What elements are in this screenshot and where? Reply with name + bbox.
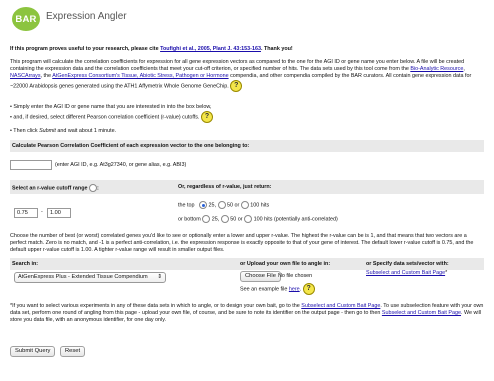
- citation-link[interactable]: Toufighi et al., 2005, Plant J. 43:153-1…: [160, 46, 261, 52]
- example-prefix: See an example file: [240, 286, 289, 293]
- select-arrows-icon: ⇕: [157, 274, 162, 280]
- bottom-hits-row: or bottom 25, 50 or 100 hits (potentiall…: [178, 215, 338, 223]
- upload-label: or Upload your own file to angle in:: [240, 261, 331, 267]
- dataset-select[interactable]: AtGenExpress Plus - Extended Tissue Comp…: [14, 272, 166, 283]
- bottom-50-radio[interactable]: [220, 215, 229, 223]
- opt-25-label: 25,: [211, 216, 220, 223]
- bar-link[interactable]: Bio-Analytic Resource: [410, 66, 463, 72]
- citation-suffix: . Thank you!: [260, 46, 293, 52]
- help-icon[interactable]: ?: [230, 80, 243, 92]
- logo-text: BAR: [15, 13, 37, 25]
- instruction-text: • and, if desired, select different Pear…: [10, 114, 200, 121]
- subset-link-row: Subselect and Custom Bait Page*: [366, 270, 447, 277]
- opt-50-label: 50 or: [230, 216, 243, 223]
- instructions: • Simply enter the AGI ID or gene name t…: [10, 104, 484, 135]
- cutoff-label-wrap: Select an r-value cutoff range :: [12, 184, 99, 192]
- citation-prefix: If this program proves useful to your re…: [10, 46, 161, 52]
- submit-button[interactable]: Submit Query: [10, 346, 56, 357]
- top-100-radio[interactable]: [240, 201, 249, 209]
- opt-100-label: 100 hits: [250, 202, 270, 209]
- no-file-label: No file chosen: [278, 273, 313, 279]
- top-25-radio[interactable]: [199, 201, 207, 209]
- opt-25-label: 25,: [208, 202, 217, 209]
- dataset-selected-value: AtGenExpress Plus - Extended Tissue Comp…: [18, 274, 148, 280]
- intro-paragraph: This program will calculate the correlat…: [10, 59, 484, 92]
- cutoff-max-input[interactable]: 1.00: [47, 208, 71, 218]
- specify-label: or Specify data sets/vector with:: [366, 261, 449, 267]
- bottom-25-radio[interactable]: [202, 215, 211, 223]
- footnote-text: *If you want to select various experimen…: [10, 303, 302, 309]
- cutoff-min-input[interactable]: 0.75: [14, 208, 38, 218]
- page-header: BAR Expression Angler: [0, 0, 494, 40]
- footnote-subselect-link-2[interactable]: Subselect and Custom Bait Page: [382, 310, 461, 316]
- bottom-100-radio[interactable]: [244, 215, 253, 223]
- regardless-label: Or, regardless of r-value, just return:: [178, 184, 272, 190]
- anticorr-label: 100 hits (potentially anti-correlated): [253, 216, 338, 223]
- instruction-text: • Then click: [10, 128, 40, 134]
- cutoff-label: Select an r-value cutoff range: [12, 185, 88, 192]
- intro-sep: ,: [463, 66, 465, 72]
- app-title: Expression Angler: [46, 11, 127, 22]
- cutoff-range-radio[interactable]: [89, 184, 97, 192]
- instruction-line-1: • Simply enter the AGI ID or gene name t…: [10, 104, 212, 110]
- nascarrays-link[interactable]: NASCArrays: [10, 73, 41, 79]
- bar-logo[interactable]: BAR: [12, 7, 40, 31]
- intro-text: This program will calculate the correlat…: [10, 59, 465, 72]
- top-hits-row: the top 25, 50 or 100 hits: [178, 201, 269, 209]
- calc-section-header: Calculate Pearson Correlation Coefficien…: [10, 140, 484, 152]
- reset-button[interactable]: Reset: [60, 346, 86, 357]
- instruction-text: and wait about 1 minute.: [55, 128, 117, 134]
- top-50-radio[interactable]: [217, 201, 226, 209]
- citation-line: If this program proves useful to your re…: [10, 46, 484, 53]
- agi-id-input[interactable]: [10, 160, 52, 170]
- help-icon[interactable]: ?: [302, 283, 315, 295]
- top-label: the top: [178, 202, 195, 209]
- intro-sep: , the: [40, 73, 53, 79]
- help-icon[interactable]: ?: [200, 111, 213, 123]
- subselect-bait-link[interactable]: Subselect and Custom Bait Page: [366, 270, 445, 276]
- cutoff-separator: -: [41, 209, 43, 215]
- choose-file-button[interactable]: Choose File: [240, 271, 281, 282]
- search-in-label: Search in:: [12, 261, 39, 267]
- bottom-label: or bottom: [178, 216, 201, 223]
- example-file-row: See an example file here. ?: [240, 283, 315, 295]
- opt-50-label: 50 or: [227, 202, 240, 209]
- example-file-link[interactable]: here: [289, 286, 300, 292]
- footnote: *If you want to select various experimen…: [10, 303, 484, 324]
- atgenexpress-link[interactable]: AtGenExpress Consortium's Tissue, Abioti…: [52, 73, 228, 79]
- submit-emphasis: Submit: [39, 128, 56, 134]
- example-suffix: .: [299, 286, 302, 293]
- subset-asterisk: *: [445, 270, 448, 276]
- agi-input-hint: (enter AGI ID, e.g. At3g27340, or gene a…: [55, 162, 187, 168]
- instruction-line-3: • Then click Submit and wait about 1 min…: [10, 128, 484, 135]
- rvalue-explanation: Choose the number of best (or worst) cor…: [10, 233, 474, 253]
- instruction-line-2: • and, if desired, select different Pear…: [10, 111, 484, 123]
- footnote-subselect-link-1[interactable]: Subselect and Custom Bait Page: [301, 303, 380, 309]
